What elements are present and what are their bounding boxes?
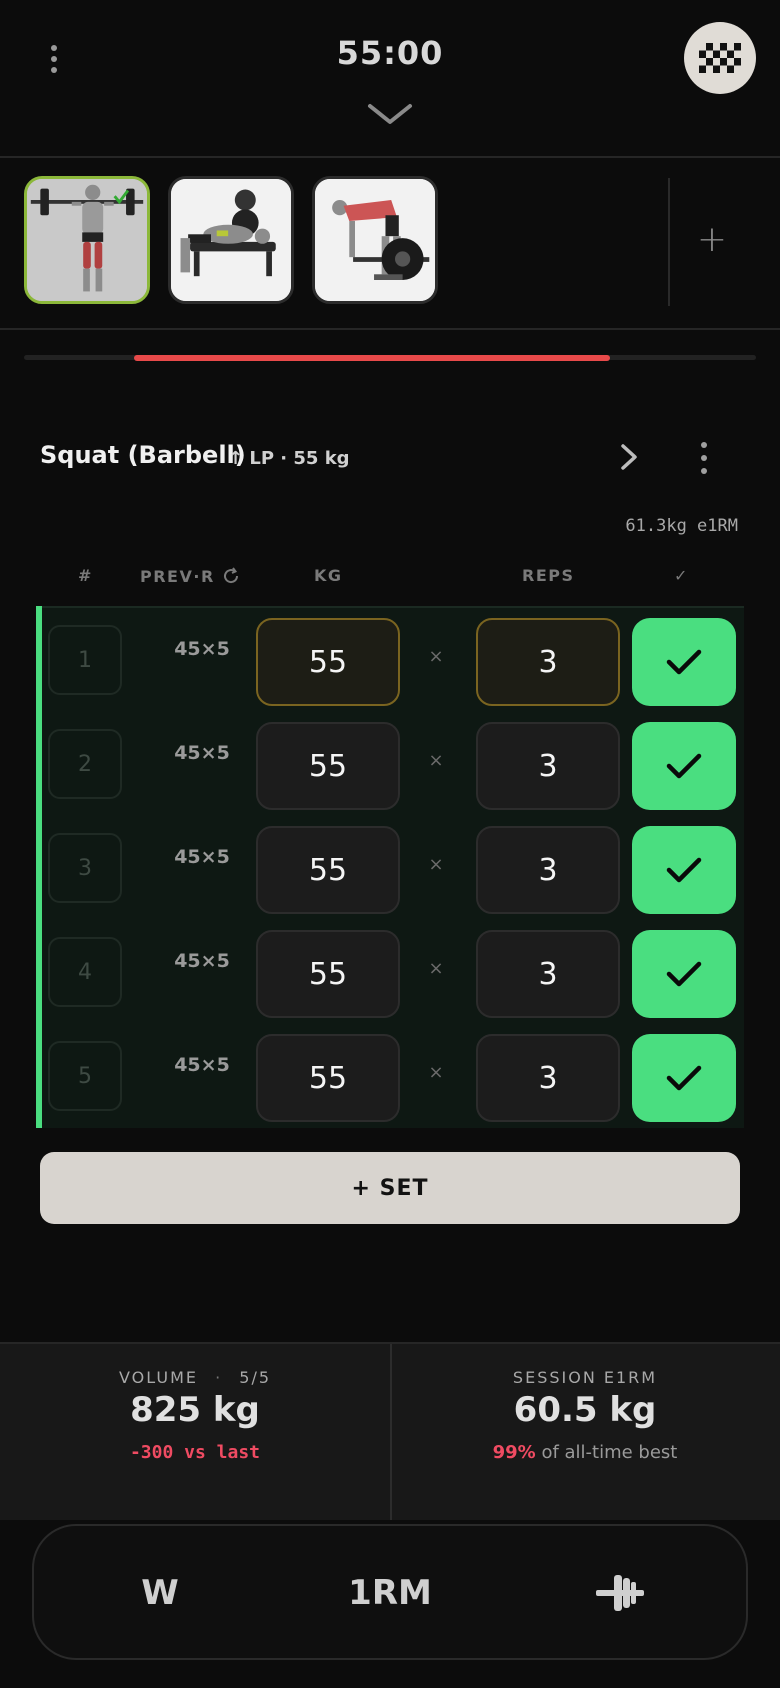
squat-illustration: [27, 179, 147, 301]
times-sign: ×: [428, 1062, 444, 1083]
times-sign: ×: [428, 958, 444, 979]
exercise-e1rm: 61.3kg e1RM: [625, 516, 738, 536]
e1rm-percent-of-best: 99% of all-time best: [390, 1442, 780, 1463]
weight-input[interactable]: 55: [256, 826, 400, 914]
add-exercise-button[interactable]: +: [690, 218, 734, 262]
exercise-thumb-barbell-row[interactable]: [312, 176, 438, 304]
exercise-title[interactable]: Squat (Barbell): [40, 441, 246, 469]
previous-set[interactable]: 45×5: [152, 950, 252, 972]
weight-input[interactable]: 55: [256, 618, 400, 706]
chevron-right-icon[interactable]: [614, 440, 644, 474]
previous-set[interactable]: 45×5: [152, 846, 252, 868]
volume-delta: -300 vs last: [129, 1442, 261, 1463]
weight-input[interactable]: 55: [256, 930, 400, 1018]
set-number[interactable]: 3: [48, 833, 122, 903]
previous-set[interactable]: 45×5: [152, 1054, 252, 1076]
header-divider: [0, 156, 780, 158]
set-row: 4 45×5 55 × 3: [36, 920, 744, 1024]
bench-press-illustration: [171, 179, 291, 301]
col-header-num: #: [78, 566, 93, 585]
set-row: 3 45×5 55 × 3: [36, 816, 744, 920]
col-header-prev-label: PREV·R: [140, 566, 215, 586]
checkmark-icon: [666, 1065, 702, 1091]
strip-divider-bottom: [0, 328, 780, 330]
set-number[interactable]: 2: [48, 729, 122, 799]
set-number[interactable]: 5: [48, 1041, 122, 1111]
reps-input[interactable]: 3: [476, 722, 620, 810]
workout-timer[interactable]: 55:00: [0, 34, 780, 72]
volume-label: VOLUME · 5/5: [0, 1368, 390, 1387]
refresh-icon[interactable]: [221, 566, 241, 586]
col-header-prev[interactable]: PREV·R: [140, 566, 241, 586]
reps-input[interactable]: 3: [476, 618, 620, 706]
col-header-kg: KG: [314, 566, 343, 585]
reps-input[interactable]: 3: [476, 930, 620, 1018]
volume-label-text: VOLUME: [118, 1368, 198, 1387]
volume-set-count: 5/5: [239, 1368, 272, 1387]
set-number[interactable]: 1: [48, 625, 122, 695]
complete-set-button[interactable]: [632, 618, 736, 706]
set-number[interactable]: 4: [48, 937, 122, 1007]
exercise-progression: ↑ LP · 55 kg: [228, 448, 350, 469]
set-row: 2 45×5 55 × 3: [36, 712, 744, 816]
finish-workout-button[interactable]: [684, 22, 756, 94]
chevron-down-icon[interactable]: [366, 100, 414, 130]
barbell-row-illustration: [315, 179, 435, 301]
reps-input[interactable]: 3: [476, 826, 620, 914]
weight-input[interactable]: 55: [256, 1034, 400, 1122]
previous-set[interactable]: 45×5: [152, 742, 252, 764]
times-sign: ×: [428, 750, 444, 771]
workout-progress-fill: [134, 355, 610, 361]
session-e1rm-value: 60.5 kg: [513, 1390, 657, 1430]
times-sign: ×: [428, 854, 444, 875]
col-header-reps: REPS: [522, 566, 575, 585]
exercise-menu-icon[interactable]: [698, 442, 710, 474]
previous-set[interactable]: 45×5: [152, 638, 252, 660]
exercise-thumb-squat[interactable]: [24, 176, 150, 304]
strip-divider: [668, 178, 670, 306]
plate-calculator-icon: [596, 1575, 644, 1611]
volume-separator: ·: [215, 1368, 223, 1387]
times-sign: ×: [428, 646, 444, 667]
checkmark-icon: [666, 857, 702, 883]
e1rm-percent: 99%: [492, 1442, 536, 1463]
one-rm-button[interactable]: 1RM: [330, 1566, 450, 1620]
complete-set-button[interactable]: [632, 930, 736, 1018]
complete-set-button[interactable]: [632, 1034, 736, 1122]
checkmark-icon: [666, 753, 702, 779]
exercise-thumb-bench-press[interactable]: [168, 176, 294, 304]
e1rm-percent-suffix: of all-time best: [541, 1442, 678, 1463]
add-set-button[interactable]: + SET: [40, 1152, 740, 1224]
complete-set-button[interactable]: [632, 826, 736, 914]
reps-input[interactable]: 3: [476, 1034, 620, 1122]
volume-value: 825 kg: [130, 1390, 260, 1430]
warmup-button[interactable]: W: [120, 1566, 200, 1620]
weight-input[interactable]: 55: [256, 722, 400, 810]
complete-set-button[interactable]: [632, 722, 736, 810]
col-header-check: ✓: [674, 566, 689, 585]
checkmark-icon: [666, 961, 702, 987]
set-row: 1 45×5 55 × 3: [36, 608, 744, 712]
checkered-flag-icon: [699, 43, 741, 73]
plate-calculator-button[interactable]: [580, 1566, 660, 1620]
session-e1rm-label: SESSION E1RM: [512, 1368, 658, 1387]
set-row: 5 45×5 55 × 3: [36, 1024, 744, 1128]
checkmark-icon: [666, 649, 702, 675]
